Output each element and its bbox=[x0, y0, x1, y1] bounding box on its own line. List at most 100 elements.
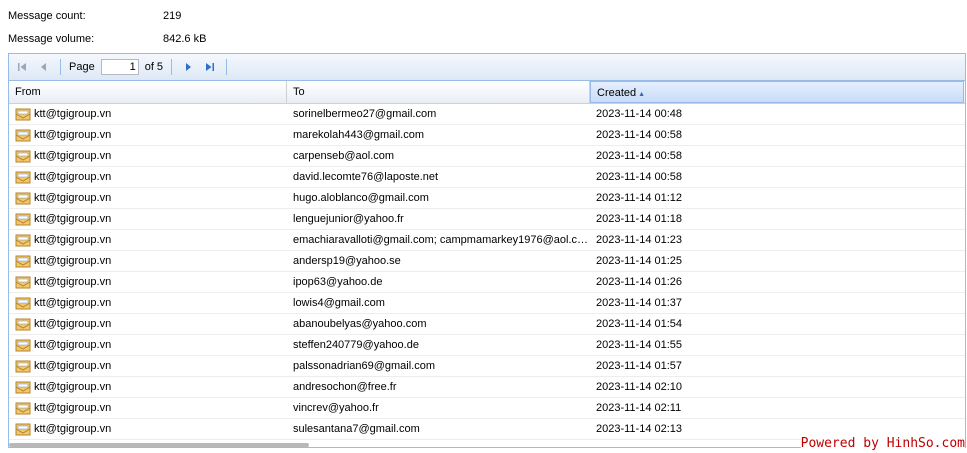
page-label: Page bbox=[69, 61, 95, 73]
table-row[interactable]: ktt@tgigroup.vn ipop63@yahoo.de 2023-11-14… bbox=[9, 272, 965, 293]
from-address: ktt@tgigroup.vn bbox=[34, 129, 112, 141]
mail-icon bbox=[15, 339, 31, 351]
mail-icon bbox=[15, 129, 31, 141]
created-cell: 2023-11-14 00:48 bbox=[596, 108, 683, 120]
to-cell: sulesantana7@gmail.com bbox=[293, 423, 420, 435]
first-page-icon bbox=[18, 63, 26, 71]
paging-toolbar: Page of 5 bbox=[9, 54, 965, 81]
created-cell: 2023-11-14 00:58 bbox=[596, 129, 683, 141]
from-cell: ktt@tgigroup.vn bbox=[9, 335, 287, 355]
created-cell: 2023-11-14 02:11 bbox=[596, 402, 682, 414]
table-row[interactable]: ktt@tgigroup.vn lowis4@gmail.com 2023-11-1… bbox=[9, 293, 965, 314]
watermark: Powered by HinhSo.com bbox=[800, 436, 965, 451]
message-count-label: Message count: bbox=[8, 10, 86, 22]
from-cell: ktt@tgigroup.vn bbox=[9, 125, 287, 145]
next-page-icon bbox=[186, 63, 192, 71]
message-count-value: 219 bbox=[163, 10, 182, 22]
mail-icon bbox=[15, 108, 31, 120]
column-header-to[interactable]: To bbox=[287, 81, 590, 103]
table-row[interactable]: ktt@tgigroup.vn hugo.aloblanco@gmail.com 2… bbox=[9, 188, 965, 209]
table-row[interactable]: ktt@tgigroup.vn steffen240779@yahoo.de 202… bbox=[9, 335, 965, 356]
page-number-input[interactable] bbox=[100, 59, 139, 75]
toolbar-separator bbox=[171, 59, 173, 75]
message-volume-row: Message volume: 842.6 kB bbox=[8, 30, 206, 53]
from-address: ktt@tgigroup.vn bbox=[34, 171, 112, 183]
to-cell: lenguejunior@yahoo.fr bbox=[293, 213, 404, 225]
table-row[interactable]: ktt@tgigroup.vn david.lecomte76@laposte.n… bbox=[9, 167, 965, 188]
mail-icon bbox=[15, 297, 31, 309]
grid-header: From To Created ▲ bbox=[9, 81, 965, 104]
table-row[interactable]: ktt@tgigroup.vn vincrev@yahoo.fr 2023-11-1… bbox=[9, 398, 965, 419]
from-cell: ktt@tgigroup.vn bbox=[9, 398, 287, 418]
from-cell: ktt@tgigroup.vn bbox=[9, 419, 287, 439]
mail-icon bbox=[15, 423, 31, 435]
next-page-button[interactable] bbox=[180, 59, 196, 75]
mail-icon bbox=[15, 255, 31, 267]
to-cell: hugo.aloblanco@gmail.com bbox=[293, 192, 429, 204]
column-header-created-label: Created bbox=[597, 87, 637, 99]
first-page-button[interactable] bbox=[14, 59, 30, 75]
column-header-from[interactable]: From bbox=[9, 81, 287, 103]
prev-page-button[interactable] bbox=[36, 59, 52, 75]
to-cell: steffen240779@yahoo.de bbox=[293, 339, 419, 351]
column-header-created[interactable]: Created ▲ bbox=[590, 81, 964, 103]
horizontal-scrollbar[interactable] bbox=[9, 443, 309, 447]
from-address: ktt@tgigroup.vn bbox=[34, 360, 112, 372]
toolbar-separator bbox=[226, 59, 228, 75]
mail-icon bbox=[15, 192, 31, 204]
to-cell: sorinelbermeo27@gmail.com bbox=[293, 108, 437, 120]
from-cell: ktt@tgigroup.vn bbox=[9, 209, 287, 229]
message-count-row: Message count: 219 bbox=[8, 7, 206, 30]
last-page-icon bbox=[206, 63, 215, 71]
message-stats: Message count: 219 Message volume: 842.6… bbox=[8, 7, 206, 53]
from-address: ktt@tgigroup.vn bbox=[34, 234, 112, 246]
from-address: ktt@tgigroup.vn bbox=[34, 276, 112, 288]
from-cell: ktt@tgigroup.vn bbox=[9, 167, 287, 187]
message-volume-label: Message volume: bbox=[8, 33, 95, 45]
to-cell: emachiaravalloti@gmail.com; campmamarkey… bbox=[293, 234, 590, 246]
last-page-button[interactable] bbox=[202, 59, 218, 75]
created-cell: 2023-11-14 01:55 bbox=[596, 339, 683, 351]
table-row[interactable]: ktt@tgigroup.vn carpenseb@aol.com 2023-11-… bbox=[9, 146, 965, 167]
page-total-label: of 5 bbox=[144, 61, 164, 73]
from-address: ktt@tgigroup.vn bbox=[34, 150, 112, 162]
mail-icon bbox=[15, 381, 31, 393]
from-address: ktt@tgigroup.vn bbox=[34, 108, 112, 120]
to-cell: vincrev@yahoo.fr bbox=[293, 402, 379, 414]
mail-icon bbox=[15, 234, 31, 246]
from-cell: ktt@tgigroup.vn bbox=[9, 104, 287, 124]
mail-icon bbox=[15, 318, 31, 330]
from-cell: ktt@tgigroup.vn bbox=[9, 293, 287, 313]
to-cell: ipop63@yahoo.de bbox=[293, 276, 383, 288]
to-cell: lowis4@gmail.com bbox=[293, 297, 385, 309]
table-row[interactable]: ktt@tgigroup.vn marekolah443@gmail.com 202… bbox=[9, 125, 965, 146]
to-cell: andersp19@yahoo.se bbox=[293, 255, 401, 267]
created-cell: 2023-11-14 01:54 bbox=[596, 318, 683, 330]
mail-icon bbox=[15, 213, 31, 225]
created-cell: 2023-11-14 01:25 bbox=[596, 255, 683, 267]
from-cell: ktt@tgigroup.vn bbox=[9, 356, 287, 376]
to-cell: abanoubelyas@yahoo.com bbox=[293, 318, 427, 330]
mail-icon bbox=[15, 360, 31, 372]
created-cell: 2023-11-14 01:26 bbox=[596, 276, 683, 288]
to-cell: david.lecomte76@laposte.net bbox=[293, 171, 439, 183]
table-row[interactable]: ktt@tgigroup.vn andersp19@yahoo.se 2023-11… bbox=[9, 251, 965, 272]
from-address: ktt@tgigroup.vn bbox=[34, 213, 112, 225]
from-address: ktt@tgigroup.vn bbox=[34, 318, 112, 330]
from-address: ktt@tgigroup.vn bbox=[34, 192, 112, 204]
table-row[interactable]: ktt@tgigroup.vn palssonadrian69@gmail.com… bbox=[9, 356, 965, 377]
from-address: ktt@tgigroup.vn bbox=[34, 402, 112, 414]
table-row[interactable]: ktt@tgigroup.vn sorinelbermeo27@gmail.com… bbox=[9, 104, 965, 125]
table-row[interactable]: ktt@tgigroup.vn lenguejunior@yahoo.fr 2023… bbox=[9, 209, 965, 230]
from-cell: ktt@tgigroup.vn bbox=[9, 146, 287, 166]
created-cell: 2023-11-14 01:23 bbox=[596, 234, 683, 246]
table-row[interactable]: ktt@tgigroup.vn emachiaravalloti@gmail.co… bbox=[9, 230, 965, 251]
table-row[interactable]: ktt@tgigroup.vn abanoubelyas@yahoo.com 202… bbox=[9, 314, 965, 335]
table-row[interactable]: ktt@tgigroup.vn andresochon@free.fr 2023-1… bbox=[9, 377, 965, 398]
from-cell: ktt@tgigroup.vn bbox=[9, 314, 287, 334]
from-cell: ktt@tgigroup.vn bbox=[9, 251, 287, 271]
from-cell: ktt@tgigroup.vn bbox=[9, 272, 287, 292]
mail-icon bbox=[15, 402, 31, 414]
created-cell: 2023-11-14 01:12 bbox=[596, 192, 683, 204]
to-cell: palssonadrian69@gmail.com bbox=[293, 360, 436, 372]
